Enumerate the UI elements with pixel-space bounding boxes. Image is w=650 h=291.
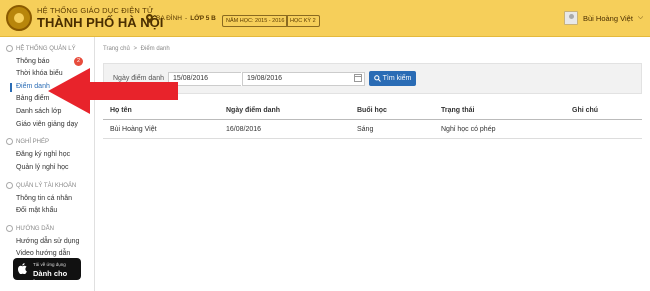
sidebar-item-attendance[interactable]: Điểm danh bbox=[16, 83, 50, 90]
column-header-date: Ngày điểm danh bbox=[226, 107, 281, 114]
column-header-name: Họ tên bbox=[110, 107, 132, 114]
apple-icon bbox=[18, 263, 27, 274]
active-indicator bbox=[10, 83, 12, 92]
date-filter-label: Ngày điểm danh bbox=[113, 75, 164, 82]
notification-badge: 2 bbox=[74, 57, 83, 66]
column-header-status: Trạng thái bbox=[441, 107, 475, 114]
user-menu[interactable]: Bùi Hoàng Việt ⌵ bbox=[564, 11, 643, 25]
search-button-label: Tìm kiếm bbox=[382, 75, 412, 82]
section-title: NGHỈ PHÉP bbox=[16, 138, 50, 145]
column-header-session: Buổi học bbox=[357, 107, 387, 114]
sidebar-item-notifications[interactable]: Thông báo bbox=[16, 58, 49, 65]
sidebar-section-system[interactable]: HỆ THỐNG QUẢN LÝ bbox=[6, 45, 76, 52]
semester-badge: HỌC KỲ 2 bbox=[286, 15, 320, 27]
sidebar-section-leave[interactable]: NGHỈ PHÉP bbox=[6, 138, 49, 145]
school-year-badge: NĂM HỌC: 2015 - 2016 bbox=[222, 15, 289, 27]
to-date-input[interactable]: 19/08/2016 bbox=[242, 72, 365, 86]
chevron-down-icon: ⌵ bbox=[637, 14, 644, 21]
brand-subtitle: HỆ THỐNG GIÁO DỤC ĐIỆN TỬ bbox=[37, 6, 154, 15]
user-icon bbox=[6, 182, 13, 189]
appstore-button[interactable]: Tải về ứng dụng Dành cho iOS bbox=[13, 258, 81, 287]
table-header-row: Họ tên Ngày điểm danh Buổi học Trạng thá… bbox=[103, 101, 642, 120]
avatar bbox=[564, 11, 578, 25]
table-row[interactable]: Bùi Hoàng Việt 16/08/2016 Sáng Nghỉ học … bbox=[103, 120, 642, 139]
section-title: HƯỚNG DẪN bbox=[16, 225, 54, 232]
logo-emblem bbox=[14, 13, 24, 23]
user-name: Bùi Hoàng Việt bbox=[583, 13, 633, 23]
section-title: HỆ THỐNG QUẢN LÝ bbox=[16, 45, 76, 52]
breadcrumb-separator: > bbox=[133, 46, 137, 52]
sidebar-item-register-leave[interactable]: Đăng ký nghỉ học bbox=[16, 151, 70, 158]
sidebar-item-teachers[interactable]: Giáo viên giảng dạy bbox=[16, 121, 78, 128]
cell-name: Bùi Hoàng Việt bbox=[110, 126, 157, 133]
sidebar-item-class-list[interactable]: Danh sách lớp bbox=[16, 108, 61, 115]
sidebar-item-change-password[interactable]: Đổi mật khẩu bbox=[16, 207, 57, 214]
appstore-title: Dành cho iOS bbox=[33, 269, 68, 287]
sidebar: HỆ THỐNG QUẢN LÝ Thông báo Thời khóa biể… bbox=[0, 37, 95, 291]
column-header-note: Ghi chú bbox=[572, 107, 599, 114]
location-info: BA ĐÌNH - LỚP 5 B bbox=[146, 14, 216, 23]
location-separator: - bbox=[185, 15, 188, 22]
sidebar-item-user-guide[interactable]: Hướng dẫn sử dụng bbox=[16, 238, 79, 245]
city-logo[interactable] bbox=[6, 5, 32, 31]
calendar-icon[interactable] bbox=[354, 74, 362, 82]
calendar-icon bbox=[6, 138, 13, 145]
sidebar-item-manage-leave[interactable]: Quản lý nghỉ học bbox=[16, 164, 69, 171]
sidebar-item-profile[interactable]: Thông tin cá nhân bbox=[16, 195, 72, 202]
appstore-caption: Tải về ứng dụng bbox=[33, 262, 66, 267]
sidebar-item-timetable[interactable]: Thời khóa biểu bbox=[16, 70, 63, 77]
section-title: QUẢN LÝ TÀI KHOẢN bbox=[16, 182, 77, 189]
search-button[interactable]: Tìm kiếm bbox=[369, 71, 416, 86]
gear-icon bbox=[6, 45, 13, 52]
top-header: HỆ THỐNG GIÁO DỤC ĐIỆN TỬ THÀNH PHỐ HÀ N… bbox=[0, 0, 650, 37]
location-area: BA ĐÌNH bbox=[156, 15, 183, 22]
map-pin-icon bbox=[146, 14, 153, 23]
sidebar-item-grades[interactable]: Bảng điểm bbox=[16, 95, 49, 102]
sidebar-section-guide[interactable]: HƯỚNG DẪN bbox=[6, 225, 54, 232]
help-icon bbox=[6, 225, 13, 232]
breadcrumb: Trang chủ > Điểm danh bbox=[103, 46, 170, 52]
search-icon bbox=[373, 75, 381, 82]
cell-date: 16/08/2016 bbox=[226, 126, 262, 133]
sidebar-item-video-guide[interactable]: Video hướng dẫn bbox=[16, 250, 70, 257]
attendance-table: Họ tên Ngày điểm danh Buổi học Trạng thá… bbox=[103, 101, 642, 139]
brand-title[interactable]: THÀNH PHỐ HÀ NỘI bbox=[37, 15, 163, 30]
breadcrumb-current: Điểm danh bbox=[140, 46, 170, 52]
sidebar-section-account[interactable]: QUẢN LÝ TÀI KHOẢN bbox=[6, 182, 76, 189]
attendance-filter: Ngày điểm danh 15/08/2016 - 19/08/2016 T… bbox=[103, 63, 642, 94]
breadcrumb-home[interactable]: Trang chủ bbox=[103, 46, 130, 52]
cell-session: Sáng bbox=[357, 126, 374, 133]
annotation-arrow bbox=[48, 68, 178, 114]
location-class: LỚP 5 B bbox=[190, 15, 216, 22]
cell-status: Nghỉ học có phép bbox=[441, 126, 496, 133]
